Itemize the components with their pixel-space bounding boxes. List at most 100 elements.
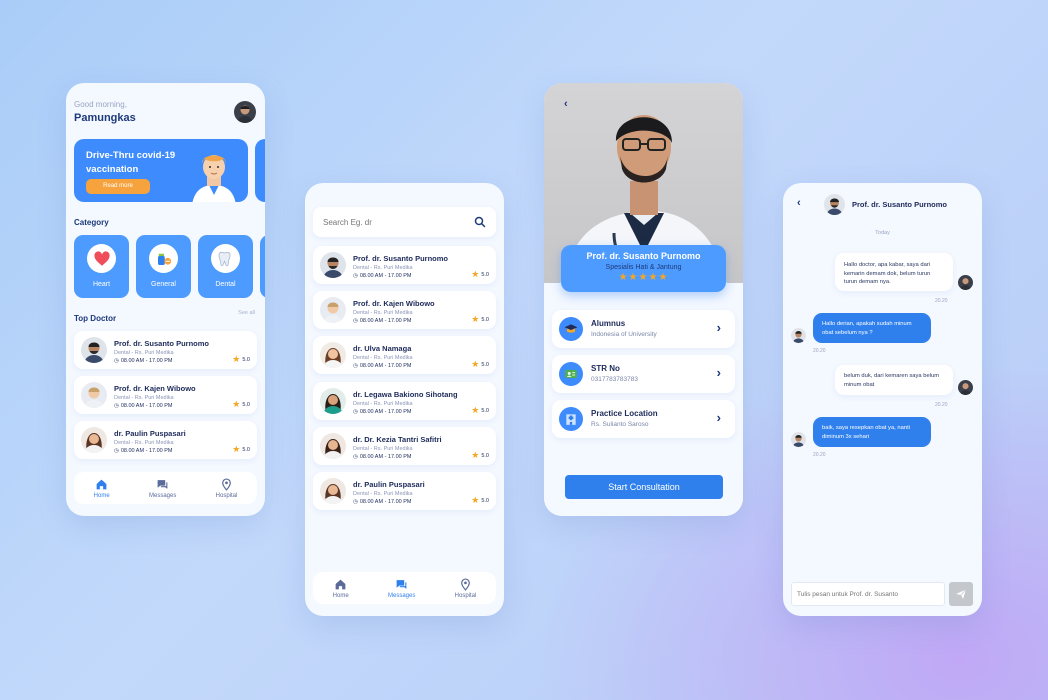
doctor-subtitle: Dental - Rs. Puri Medika bbox=[353, 491, 413, 497]
doctor-hours: ◷ 08.00 AM - 17.00 PM bbox=[353, 363, 412, 369]
back-button[interactable]: ‹ bbox=[564, 98, 568, 110]
doctor-hours: ◷ 08.00 AM - 17.00 PM bbox=[353, 454, 412, 460]
user-avatar bbox=[958, 275, 973, 290]
vaccination-banner[interactable]: Drive-Thru covid-19 vaccination Read mor… bbox=[74, 139, 248, 202]
category-title: Category bbox=[74, 218, 109, 227]
user-avatar[interactable] bbox=[234, 101, 256, 123]
doctor-hours: ◷ 08.00 AM - 17.00 PM bbox=[353, 499, 412, 505]
doctor-avatar bbox=[320, 297, 346, 323]
user-avatar bbox=[958, 380, 973, 395]
doctor-rating: ★ 5.0 bbox=[232, 444, 250, 454]
doctor-avatar bbox=[791, 432, 806, 447]
nav-hospital[interactable]: Hospital bbox=[216, 477, 237, 499]
message-time: 20.20 bbox=[935, 402, 948, 408]
message-time: 20.20 bbox=[813, 348, 826, 354]
doctor-card[interactable]: Prof. dr. Susanto Purnomo Dental - Rs. P… bbox=[313, 246, 496, 284]
chat-doctor-name: Prof. dr. Susanto Purnomo bbox=[852, 200, 948, 209]
doctor-name: Prof. dr. Susanto Purnomo bbox=[353, 254, 449, 263]
info-row-alumnus[interactable]: Alumnus Indonesia of University › bbox=[552, 310, 735, 348]
clock-icon: ◷ bbox=[114, 403, 119, 409]
doctor-name: Prof. dr. Susanto Purnomo bbox=[586, 251, 701, 261]
bottom-nav: Home Messages Hospital bbox=[313, 572, 496, 604]
doctor-avatar bbox=[320, 388, 346, 414]
info-icon-bg bbox=[559, 362, 583, 386]
pills-icon bbox=[157, 253, 171, 265]
doctor-hours: ◷ 08.00 AM - 17.00 PM bbox=[353, 318, 412, 324]
message-input[interactable] bbox=[791, 582, 945, 606]
doctor-rating: ★ 5.0 bbox=[471, 359, 489, 369]
info-title: STR No bbox=[591, 364, 620, 373]
star-icon: ★ bbox=[471, 359, 480, 369]
star-icon: ★ bbox=[232, 354, 241, 364]
doctor-avatar bbox=[320, 342, 346, 368]
doctor-name: dr. Paulin Puspasari bbox=[114, 429, 186, 438]
messages-icon bbox=[157, 479, 168, 489]
info-row-location[interactable]: Practice Location Rs. Sulianto Saroso › bbox=[552, 400, 735, 438]
search-icon[interactable] bbox=[474, 216, 486, 228]
nav-messages[interactable]: Messages bbox=[388, 578, 415, 599]
message-time: 20.20 bbox=[813, 452, 826, 458]
doctor-hours: ◷ 08.00 AM - 17.00 PM bbox=[114, 448, 173, 454]
messages-icon bbox=[396, 579, 407, 589]
star-icon: ★ bbox=[618, 272, 629, 283]
category-dental[interactable]: Dental bbox=[198, 235, 253, 298]
username: Pamungkas bbox=[74, 112, 136, 124]
doctor-card[interactable]: dr. Paulin Puspasari Dental - Rs. Puri M… bbox=[313, 472, 496, 510]
star-icon: ★ bbox=[471, 269, 480, 279]
star-rating: ★★★★★ bbox=[561, 272, 726, 283]
doctor-avatar bbox=[791, 328, 806, 343]
info-title: Practice Location bbox=[591, 409, 658, 418]
nav-hospital[interactable]: Hospital bbox=[455, 577, 476, 599]
doctor-avatar bbox=[81, 337, 107, 363]
star-icon: ★ bbox=[232, 399, 241, 409]
doctor-card[interactable]: Prof. dr. Susanto Purnomo Dental - Rs. P… bbox=[74, 331, 257, 369]
doctor-card[interactable]: dr. Ulva Namaga Dental - Rs. Puri Medika… bbox=[313, 336, 496, 374]
category-label: Heart bbox=[92, 281, 111, 288]
location-pin-icon bbox=[461, 577, 470, 591]
clock-icon: ◷ bbox=[114, 448, 119, 454]
doctor-card[interactable]: Prof. dr. Kajen Wibowo Dental - Rs. Puri… bbox=[313, 291, 496, 329]
see-all-link[interactable]: See all bbox=[238, 310, 255, 316]
nav-home[interactable]: Home bbox=[333, 578, 349, 599]
read-more-button[interactable]: Read more bbox=[86, 179, 150, 194]
chat-bubble-received: baik, saya resepkan obat ya, nanti dimin… bbox=[813, 417, 931, 447]
doctor-subtitle: Dental - Rs. Puri Medika bbox=[353, 355, 413, 361]
doctor-subtitle: Dental - Rs. Puri Medika bbox=[114, 350, 174, 356]
clock-icon: ◷ bbox=[353, 318, 358, 324]
star-icon: ★ bbox=[471, 495, 480, 505]
search-screen: Prof. dr. Susanto Purnomo Dental - Rs. P… bbox=[305, 183, 504, 616]
start-consultation-button[interactable]: Start Consultation bbox=[565, 475, 723, 499]
category-general[interactable]: General bbox=[136, 235, 191, 298]
doctor-card[interactable]: dr. Legawa Bakiono Sihotang Dental - Rs.… bbox=[313, 382, 496, 420]
category-label: Dental bbox=[215, 281, 236, 288]
doctor-card[interactable]: Prof. dr. Kajen Wibowo Dental - Rs. Puri… bbox=[74, 376, 257, 414]
doctor-rating: ★ 5.0 bbox=[471, 314, 489, 324]
doctor-rating: ★ 5.0 bbox=[471, 405, 489, 415]
search-input[interactable] bbox=[323, 214, 463, 230]
info-title: Alumnus bbox=[591, 319, 626, 328]
heart-icon bbox=[93, 250, 110, 266]
chat-back-button[interactable]: ‹ bbox=[797, 197, 801, 209]
bottom-nav: Home Messages Hospital bbox=[74, 472, 257, 504]
doctor-name: dr. Paulin Puspasari bbox=[353, 480, 425, 489]
next-banner-peek[interactable] bbox=[255, 139, 265, 202]
nav-home[interactable]: Home bbox=[94, 478, 110, 499]
star-icon: ★ bbox=[628, 272, 639, 283]
category-list: Heart General Dental bbox=[74, 235, 265, 298]
chat-screen: ‹ Prof. dr. Susanto Purnomo Today Hallo … bbox=[783, 183, 982, 616]
send-button[interactable] bbox=[949, 582, 973, 606]
nav-messages[interactable]: Messages bbox=[149, 478, 176, 499]
clock-icon: ◷ bbox=[353, 499, 358, 505]
info-row-str[interactable]: STR No 0317783783783 › bbox=[552, 355, 735, 393]
category-peek[interactable] bbox=[260, 235, 265, 298]
search-bar[interactable] bbox=[313, 207, 496, 237]
category-heart[interactable]: Heart bbox=[74, 235, 129, 298]
doctor-card[interactable]: dr. Dr. Kezia Tantri Safitri Dental - Rs… bbox=[313, 427, 496, 465]
doctor-rating: ★ 5.0 bbox=[232, 354, 250, 364]
chevron-right-icon: › bbox=[716, 320, 721, 335]
clock-icon: ◷ bbox=[353, 454, 358, 460]
category-label: General bbox=[151, 281, 176, 288]
doctor-specialty: Spesialis Hati & Jantung bbox=[605, 264, 682, 271]
doctor-rating: ★ 5.0 bbox=[471, 269, 489, 279]
doctor-card[interactable]: dr. Paulin Puspasari Dental - Rs. Puri M… bbox=[74, 421, 257, 459]
